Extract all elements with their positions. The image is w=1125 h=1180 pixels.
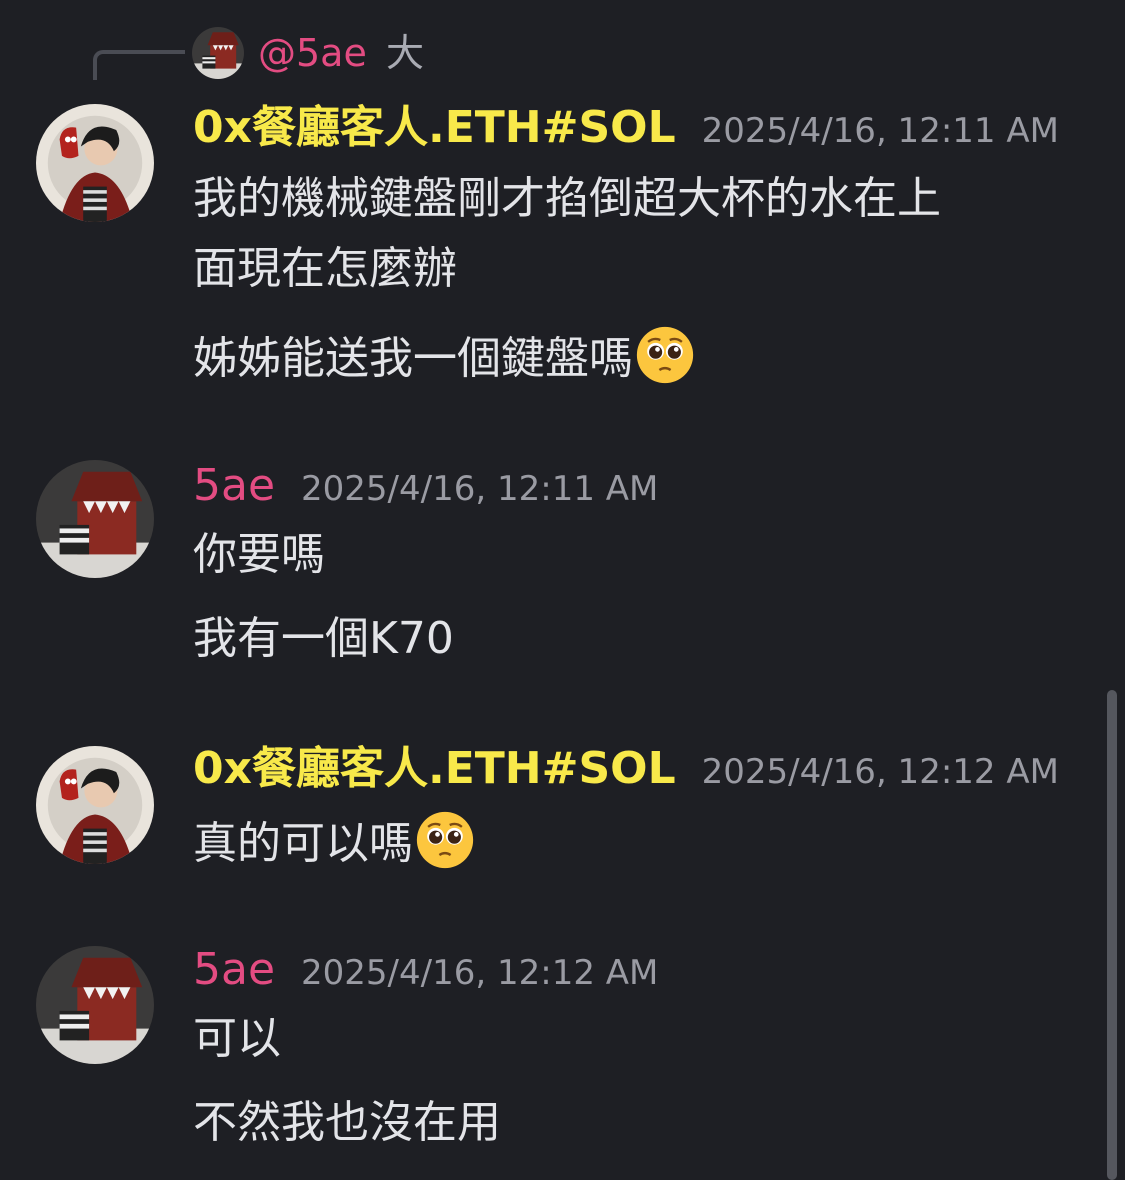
message-text: 真的可以嗎 <box>193 818 413 869</box>
timestamp: 2025/4/16, 12:11 AM <box>301 469 659 509</box>
message-text: 我有一個K70 <box>193 613 454 664</box>
timestamp: 2025/4/16, 12:11 AM <box>701 111 1059 151</box>
chest-avatar-icon <box>36 460 154 578</box>
avatar-0x-guest[interactable] <box>36 746 154 864</box>
username[interactable]: 0x餐廳客人.ETH#SOL <box>193 743 676 795</box>
reply-username[interactable]: @5ae <box>258 30 367 76</box>
message-header: 5ae 2025/4/16, 12:11 AM <box>193 460 658 512</box>
message-text: 面現在怎麼辦 <box>193 243 457 294</box>
reply-connector-line <box>93 50 185 80</box>
message-header: 0x餐廳客人.ETH#SOL 2025/4/16, 12:11 AM <box>193 102 1059 154</box>
message-line-with-emoji: 真的可以嗎 <box>193 810 475 873</box>
pleading-face-icon <box>635 325 695 385</box>
chest-avatar-icon <box>192 27 244 79</box>
message-line-with-emoji: 姊姊能送我一個鍵盤嗎 <box>193 325 695 388</box>
username[interactable]: 0x餐廳客人.ETH#SOL <box>193 102 676 154</box>
avatar-0x-guest[interactable] <box>36 104 154 222</box>
timestamp: 2025/4/16, 12:12 AM <box>701 752 1059 792</box>
avatar-5ae[interactable] <box>36 460 154 578</box>
message-text: 你要嗎 <box>193 529 325 580</box>
reply-avatar[interactable] <box>192 27 244 79</box>
samurai-avatar-icon <box>36 746 154 864</box>
reply-text: 大 <box>386 31 425 75</box>
timestamp: 2025/4/16, 12:12 AM <box>301 953 659 993</box>
message-text: 可以 <box>193 1013 281 1064</box>
message-text: 姊姊能送我一個鍵盤嗎 <box>193 333 633 384</box>
username[interactable]: 5ae <box>193 460 275 512</box>
pleading-face-icon <box>415 810 475 870</box>
scrollbar[interactable] <box>1107 690 1117 1180</box>
message-text: 不然我也沒在用 <box>193 1097 501 1148</box>
avatar-5ae[interactable] <box>36 946 154 1064</box>
message-text: 我的機械鍵盤剛才掐倒超大杯的水在上 <box>193 173 941 224</box>
message-header: 0x餐廳客人.ETH#SOL 2025/4/16, 12:12 AM <box>193 743 1059 795</box>
message-header: 5ae 2025/4/16, 12:12 AM <box>193 944 658 996</box>
samurai-avatar-icon <box>36 104 154 222</box>
chest-avatar-icon <box>36 946 154 1064</box>
username[interactable]: 5ae <box>193 944 275 996</box>
